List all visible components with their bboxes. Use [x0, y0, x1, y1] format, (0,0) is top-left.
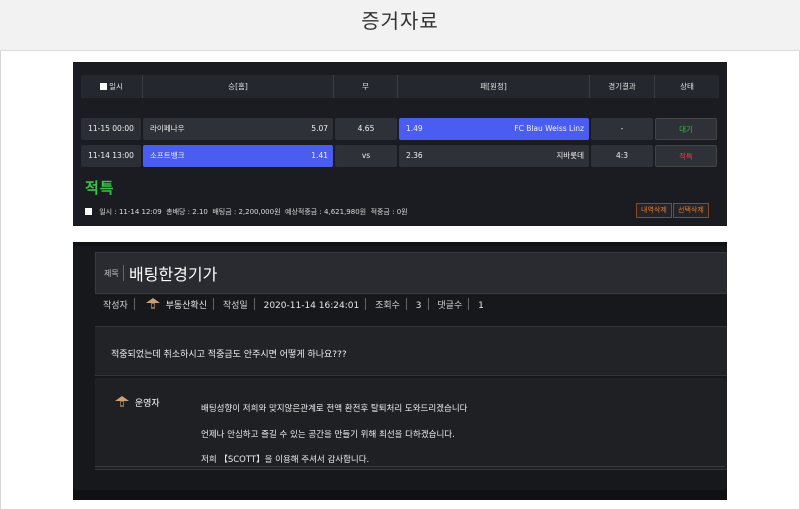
status-badge: 대기	[655, 118, 717, 140]
home-team-name: 소프트뱅크	[150, 151, 185, 160]
summary-bet: 2,200,000원	[238, 208, 281, 216]
bet-table-header: 일시 승[홈] 무 패[원정] 경기결과 상태	[81, 75, 719, 98]
history-delete-button[interactable]: 내역삭제	[636, 203, 672, 218]
row-result: 4:3	[591, 145, 653, 167]
hat-icon	[115, 396, 129, 407]
bet-row: 11-14 13:00 소프트뱅크 1.41 vs 2.36 지바롯데 4:3 …	[81, 145, 719, 167]
away-odds: 1.49	[406, 124, 423, 133]
title-label: 제목	[104, 269, 119, 278]
post-screenshot: 제목 배팅한경기가 작성자 부동산확신 작성일 2020-11-14 16:24…	[73, 242, 727, 500]
header-draw: 무	[334, 75, 398, 98]
header-home: 승[홈]	[143, 75, 334, 98]
post-meta: 작성자 부동산확신 작성일 2020-11-14 16:24:01 조회수 3 …	[103, 295, 484, 317]
reply-line: 배팅성향이 저희와 맞지않은관계로 전액 환전후 탈퇴처리 도와드리겠습니다	[201, 404, 468, 414]
reply-line: 저희 【SCOTT】을 이용해 주셔서 감사합니다.	[201, 455, 370, 465]
post-title: 배팅한경기가	[129, 265, 218, 284]
row-result: -	[591, 118, 653, 140]
away-odds: 2.36	[406, 151, 423, 160]
header-datetime: 일시	[81, 75, 143, 98]
bet-slip-screenshot: 일시 승[홈] 무 패[원정] 경기결과 상태 11-15 00:00 라이페나…	[73, 62, 727, 226]
home-pick-cell[interactable]: 라이페나우 5.07	[143, 118, 333, 140]
away-team-name: FC Blau Weiss Linz	[514, 124, 584, 133]
post-comments: 1	[478, 301, 484, 311]
select-delete-button[interactable]: 선택삭제	[673, 203, 709, 218]
hit-status-label: 적특	[85, 179, 115, 197]
status-badge: 적특	[655, 145, 717, 167]
slip-checkbox[interactable]	[85, 208, 92, 215]
draw-pick-cell[interactable]: 4.65	[335, 118, 397, 140]
page-header: 증거자료	[0, 0, 800, 51]
post-body: 적중되었는데 취소하시고 적중금도 안주시면 어떻게 하나요???	[95, 326, 727, 376]
home-odds: 1.41	[311, 151, 328, 160]
away-pick-cell[interactable]: 2.36 지바롯데	[399, 145, 589, 167]
home-pick-cell[interactable]: 소프트뱅크 1.41	[143, 145, 333, 167]
post-date: 2020-11-14 16:24:01	[263, 301, 360, 311]
header-status: 상태	[680, 82, 694, 91]
header-result: 경기결과	[590, 75, 655, 98]
home-team-name: 라이페나우	[150, 124, 185, 133]
bet-summary: 일시 : 11-14 12:09 총배당 : 2.10 배팅금 : 2,200,…	[85, 207, 408, 217]
reply-author-name[interactable]: 운영자	[135, 399, 160, 409]
reply-author: 운영자	[113, 396, 160, 409]
row-datetime: 11-15 00:00	[81, 118, 141, 140]
header-away: 패[원정]	[398, 75, 590, 98]
summary-datetime: 11-14 12:09	[118, 208, 162, 216]
hat-icon	[145, 298, 160, 309]
bet-row: 11-15 00:00 라이페나우 5.07 4.65 1.49 FC Blau…	[81, 118, 719, 140]
row-datetime: 11-14 13:00	[81, 145, 141, 167]
reply-line: 언제나 안심하고 즐길 수 있는 공간을 만들기 위해 최선을 다하겠습니다.	[201, 430, 455, 440]
draw-pick-cell[interactable]: vs	[335, 145, 397, 167]
page-title: 증거자료	[361, 9, 439, 33]
post-body-text: 적중되었는데 취소하시고 적중금도 안주시면 어떻게 하나요???	[111, 350, 347, 360]
summary-expected: 4,621,980원	[324, 208, 367, 216]
away-pick-cell[interactable]: 1.49 FC Blau Weiss Linz	[399, 118, 589, 140]
summary-won: 0원	[396, 208, 408, 216]
post-views: 3	[415, 301, 422, 311]
summary-odds: 2.10	[192, 208, 208, 216]
post-title-bar: 제목 배팅한경기가	[95, 252, 727, 294]
home-odds: 5.07	[311, 124, 328, 133]
select-all-checkbox[interactable]	[100, 83, 108, 90]
reply: 운영자 배팅성향이 저희와 맞지않은관계로 전액 환전후 탈퇴처리 도와드리겠습…	[95, 378, 727, 470]
post-author[interactable]: 부동산확신	[166, 301, 207, 311]
away-team-name: 지바롯데	[556, 151, 584, 160]
